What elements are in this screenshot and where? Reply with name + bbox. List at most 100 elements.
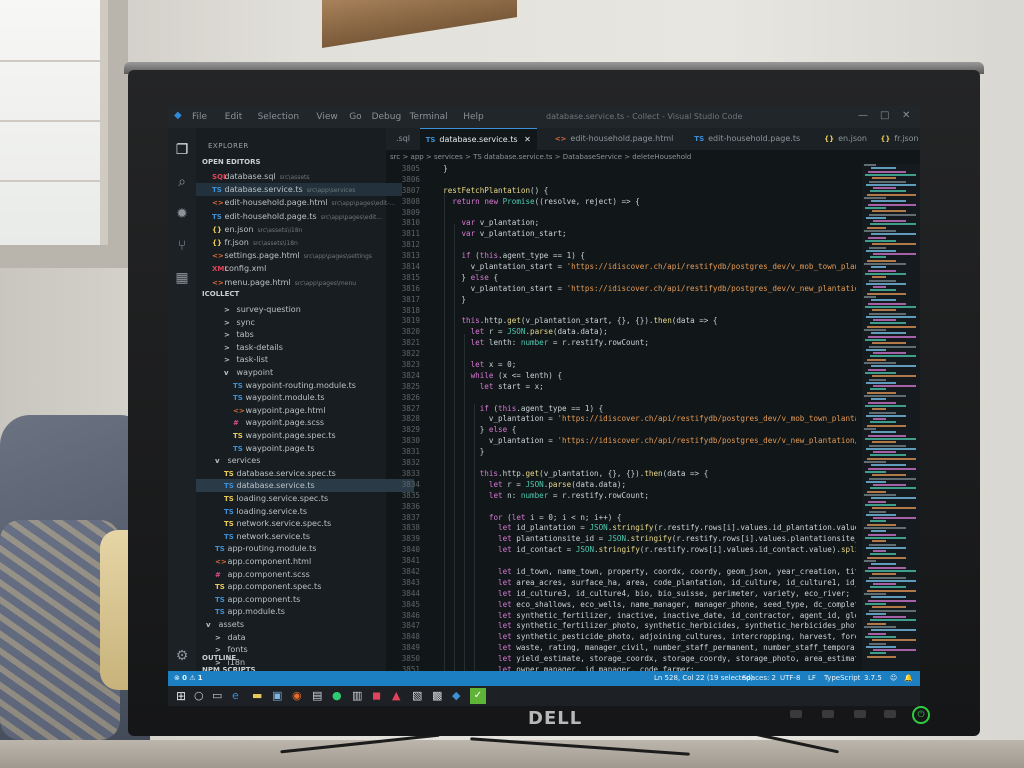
tree-item[interactable]: TS network.service.ts — [196, 530, 414, 543]
menu-selection[interactable]: Selection — [258, 112, 299, 122]
eol-status[interactable]: LF — [808, 671, 816, 686]
tree-item[interactable]: TS app-routing.module.ts — [196, 542, 405, 555]
close-tab-icon[interactable]: ✕ — [524, 135, 531, 144]
code-line[interactable] — [434, 240, 856, 251]
code-line[interactable] — [434, 349, 856, 360]
tree-item[interactable]: TS database.service.spec.ts — [196, 467, 414, 480]
code-line[interactable] — [434, 458, 856, 469]
project-header[interactable]: ICOLLECT — [202, 290, 239, 298]
code-text[interactable]: } restFetchPlantation() { return new Pro… — [434, 164, 856, 671]
code-line[interactable]: let id_contact = JSON.stringify(r.restif… — [434, 545, 856, 556]
code-line[interactable]: let x = 0; — [434, 360, 856, 371]
tree-item[interactable]: v assets — [196, 618, 396, 631]
code-line[interactable]: let area_acres, surface_ha, area, code_p… — [434, 578, 856, 589]
code-line[interactable]: } — [434, 295, 856, 306]
app-icon[interactable]: ◼ — [372, 689, 381, 702]
explorer-icon[interactable]: ❐ — [174, 142, 190, 158]
tab-edit-household-page-ts[interactable]: TS edit-household.page.ts — [688, 128, 806, 150]
app-icon[interactable]: ▥ — [352, 689, 362, 702]
source-control-icon[interactable]: ⑂ — [174, 238, 190, 254]
encoding-status[interactable]: UTF-8 — [780, 671, 800, 686]
minimap[interactable] — [862, 164, 920, 671]
code-line[interactable]: let lenth: number = r.restify.rowCount; — [434, 338, 856, 349]
code-line[interactable]: this.http.get(v_plantation_start, {}, {}… — [434, 316, 856, 327]
code-line[interactable]: v_plantation = 'https://idiscover.ch/api… — [434, 436, 856, 447]
menu-view[interactable]: View — [316, 112, 337, 122]
code-line[interactable]: let eco_shallows, eco_wells, name_manage… — [434, 600, 856, 611]
open-editor-item[interactable]: XML config.xml — [196, 262, 402, 275]
vscode-taskbar-icon[interactable]: ◆ — [452, 689, 460, 702]
code-line[interactable] — [434, 502, 856, 513]
code-line[interactable]: if (this.agent_type == 1) { — [434, 251, 856, 262]
ts-version-status[interactable]: 3.7.5 — [864, 671, 882, 686]
code-line[interactable]: restFetchPlantation() { — [434, 186, 856, 197]
menu-terminal[interactable]: Terminal — [410, 112, 448, 122]
cursor-position[interactable]: Ln 528, Col 22 (19 selected) — [654, 671, 753, 686]
menu-file[interactable]: File — [192, 112, 207, 122]
tree-item[interactable]: TS app.component.ts — [196, 593, 405, 606]
code-line[interactable]: let start = x; — [434, 382, 856, 393]
code-line[interactable]: return new Promise((resolve, reject) => … — [434, 197, 856, 208]
language-status[interactable]: TypeScript — [824, 671, 860, 686]
extensions-icon[interactable]: ▦ — [174, 270, 190, 286]
checkmark-app-icon[interactable]: ✓ — [470, 688, 486, 704]
open-editor-item[interactable]: <> menu.page.html src\app\pages\menu — [196, 276, 402, 289]
code-line[interactable]: } else { — [434, 273, 856, 284]
code-line[interactable]: let r = JSON.parse(data.data); — [434, 327, 856, 338]
outline-header[interactable]: OUTLINE — [202, 654, 236, 662]
problems-status[interactable]: ⊗ 0 ⚠ 1 — [174, 671, 203, 686]
code-line[interactable]: } else { — [434, 425, 856, 436]
code-line[interactable]: var v_plantation_start; — [434, 229, 856, 240]
monitor-button[interactable] — [854, 710, 866, 718]
app-icon[interactable]: ▩ — [432, 689, 442, 702]
tree-item[interactable]: > data — [196, 631, 405, 644]
code-line[interactable]: while (x <= lenth) { — [434, 371, 856, 382]
search-icon[interactable]: ⌕ — [174, 174, 190, 190]
tree-item[interactable]: TS app.component.spec.ts — [196, 580, 405, 593]
menu-debug[interactable]: Debug — [372, 112, 402, 122]
menu-edit[interactable]: Edit — [225, 112, 242, 122]
monitor-button[interactable] — [822, 710, 834, 718]
search-taskbar-icon[interactable]: ○ — [194, 689, 204, 702]
code-line[interactable]: let n: number = r.restify.rowCount; — [434, 491, 856, 502]
code-line[interactable]: } — [434, 447, 856, 458]
code-line[interactable]: let synthetic_fertilizer, inactive, inac… — [434, 611, 856, 622]
code-line[interactable]: if (this.agent_type == 1) { — [434, 404, 856, 415]
tree-item[interactable]: > tabs — [196, 328, 414, 341]
tree-item[interactable]: > task-details — [196, 341, 414, 354]
app-icon[interactable]: ▣ — [272, 689, 282, 702]
code-line[interactable] — [434, 306, 856, 317]
code-line[interactable]: let synthetic_pesticide_photo, adjoining… — [434, 632, 856, 643]
task-view-icon[interactable]: ▭ — [212, 689, 222, 702]
tree-item[interactable]: > survey-question — [196, 303, 414, 316]
code-line[interactable]: this.http.get(v_plantation, {}, {}).then… — [434, 469, 856, 480]
open-editor-item[interactable]: <> edit-household.page.html src\app\pages… — [196, 196, 402, 209]
close-icon[interactable]: ✕ — [902, 110, 910, 121]
windows-start-icon[interactable]: ⊞ — [176, 689, 186, 703]
feedback-icon[interactable]: ☺ — [890, 671, 897, 686]
app-icon[interactable]: ▧ — [412, 689, 422, 702]
menu-help[interactable]: Help — [463, 112, 484, 122]
tree-item[interactable]: v waypoint — [196, 366, 414, 379]
minimize-icon[interactable]: — — [858, 110, 868, 121]
edge-icon[interactable]: e — [232, 689, 239, 702]
code-line[interactable]: let r = JSON.parse(data.data); — [434, 480, 856, 491]
tree-item[interactable]: v services — [196, 454, 405, 467]
chrome-icon[interactable]: ● — [332, 689, 342, 702]
tab-database-service-ts[interactable]: TS database.service.ts ✕ — [419, 128, 537, 151]
code-line[interactable]: let synthetic_fertilizer_photo, syntheti… — [434, 621, 856, 632]
code-line[interactable]: let plantationsite_id = JSON.stringify(r… — [434, 534, 856, 545]
menu-go[interactable]: Go — [349, 112, 361, 122]
code-line[interactable]: let id_plantation = JSON.stringify(r.res… — [434, 523, 856, 534]
tab-en-json[interactable]: {} en.json — [818, 128, 873, 150]
monitor-button[interactable] — [884, 710, 896, 718]
tree-item[interactable]: TS app.module.ts — [196, 605, 405, 618]
open-editor-item[interactable]: {} en.json src\assets\i18n — [196, 223, 402, 236]
open-editor-item[interactable]: TS database.service.ts src\app\services — [196, 183, 402, 197]
file-explorer-icon[interactable]: ▬ — [252, 689, 262, 702]
code-line[interactable]: v_plantation = 'https://idiscover.ch/api… — [434, 414, 856, 425]
code-line[interactable]: v_plantation_start = 'https://idiscover.… — [434, 262, 856, 273]
tree-item[interactable]: TS network.service.spec.ts — [196, 517, 414, 530]
code-line[interactable] — [434, 208, 856, 219]
tab-fr-json[interactable]: {} fr.json — [874, 128, 920, 150]
